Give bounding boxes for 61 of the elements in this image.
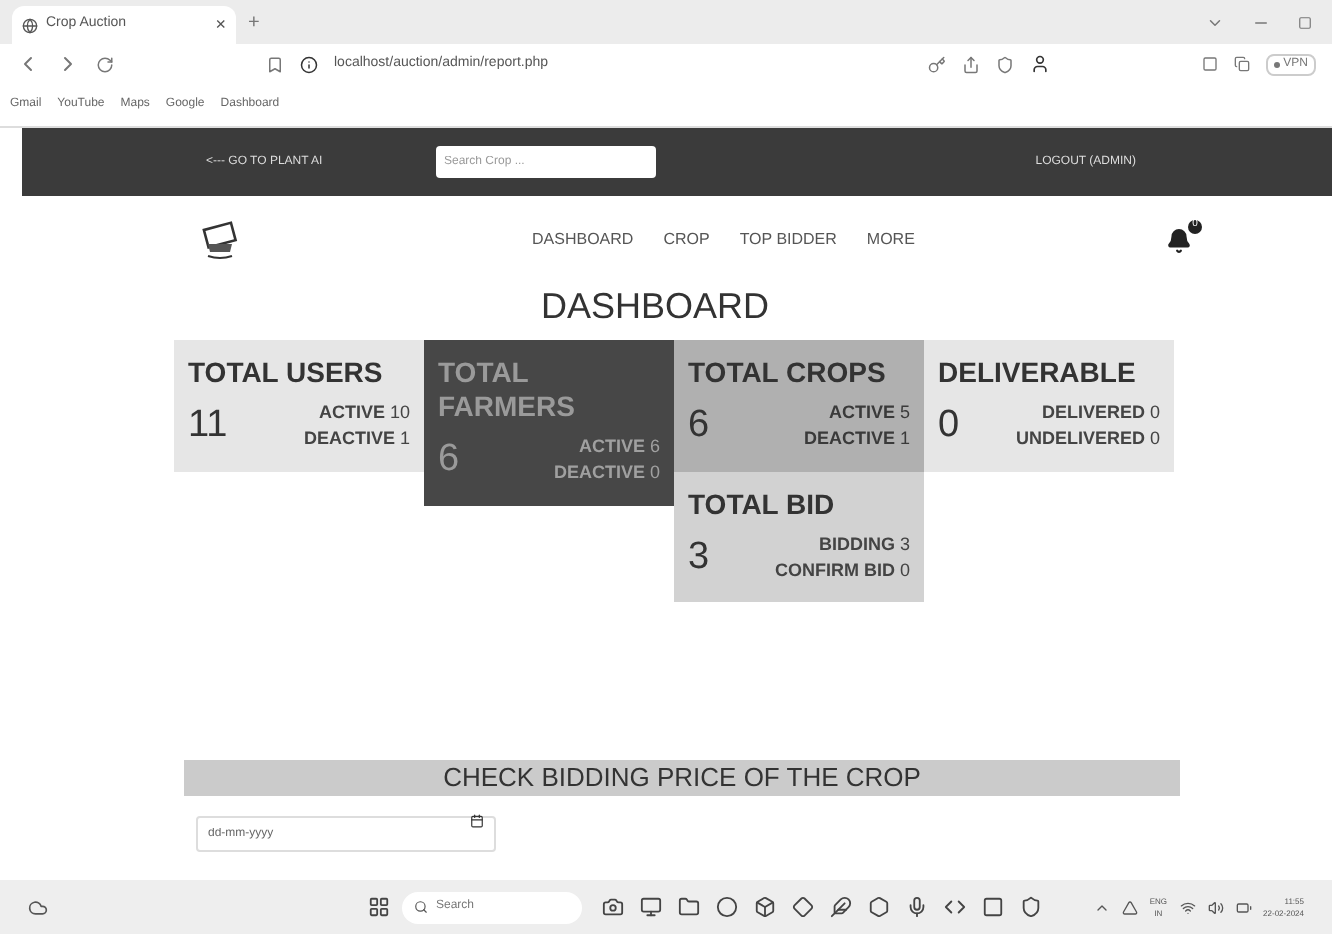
microphone-icon[interactable] — [906, 896, 928, 918]
start-icon[interactable] — [368, 896, 390, 918]
maximize-icon[interactable] — [1298, 15, 1312, 29]
card-title: TOTAL FARMERS — [438, 356, 577, 424]
copy-icon[interactable] — [1233, 56, 1250, 72]
reload-icon[interactable] — [96, 55, 114, 73]
card-stat: CONFIRM BID 0 — [774, 557, 910, 584]
shield-icon[interactable] — [995, 55, 1014, 73]
user-icon[interactable] — [1029, 54, 1050, 74]
card-count: 6 — [438, 436, 460, 484]
diamond-icon[interactable] — [792, 896, 814, 918]
notification-bell-icon[interactable] — [1166, 227, 1192, 253]
monitor-icon[interactable] — [640, 896, 662, 918]
folder-icon[interactable] — [678, 896, 700, 918]
shield-icon[interactable] — [1020, 896, 1042, 918]
card-stat: BIDDING 3 — [818, 531, 910, 558]
triangle-icon[interactable] — [1121, 899, 1138, 915]
card-title: TOTAL USERS — [188, 356, 385, 390]
box-icon[interactable] — [754, 896, 776, 918]
nav-link[interactable]: TOP BIDDER — [739, 228, 837, 252]
close-tab-button[interactable]: × — [215, 11, 226, 39]
share-icon[interactable] — [961, 55, 980, 73]
camera-icon[interactable] — [602, 896, 624, 918]
bookmark-icon[interactable] — [266, 55, 284, 73]
card-count: 3 — [688, 533, 710, 581]
square-icon[interactable] — [982, 896, 1004, 918]
card-count: 0 — [938, 402, 960, 450]
volume-icon[interactable] — [1207, 899, 1224, 915]
card-stat: ACTIVE 5 — [828, 400, 910, 427]
card-title: TOTAL BID — [688, 487, 837, 521]
new-tab-button[interactable]: + — [248, 8, 260, 38]
card-count: 6 — [688, 402, 710, 450]
search-icon — [414, 900, 428, 914]
weather-icon[interactable] — [28, 897, 48, 917]
key-icon[interactable] — [927, 55, 946, 73]
code-icon[interactable] — [944, 896, 966, 918]
globe-icon — [22, 17, 38, 33]
card-count: 11 — [188, 402, 228, 450]
card-stat: ACTIVE 10 — [318, 400, 410, 427]
card-stat: DELIVERED 0 — [1041, 400, 1160, 427]
card-stat: UNDELIVERED 0 — [1015, 426, 1160, 453]
logo-icon[interactable] — [200, 220, 240, 260]
battery-icon[interactable] — [1235, 899, 1252, 915]
nav-link[interactable]: DASHBOARD — [532, 228, 634, 252]
card-stat: DEACTIVE 0 — [553, 460, 660, 487]
info-icon — [300, 55, 318, 73]
page-title: DASHBOARD — [538, 284, 772, 328]
nav-link[interactable]: MORE — [866, 228, 915, 252]
sidebar-icon[interactable] — [1201, 56, 1218, 72]
calendar-icon[interactable] — [470, 814, 484, 828]
circle-icon[interactable] — [716, 896, 738, 918]
card-stat: DEACTIVE 1 — [803, 426, 910, 453]
section-heading: CHECK BIDDING PRICE OF THE CROP — [184, 760, 1180, 796]
card-stat: ACTIVE 6 — [578, 434, 660, 461]
card-title: DELIVERABLE — [938, 356, 1138, 390]
wifi-icon[interactable] — [1179, 899, 1196, 915]
feather-icon[interactable] — [830, 896, 852, 918]
nav-link[interactable]: CROP — [663, 228, 710, 252]
hexagon-icon[interactable] — [868, 896, 890, 918]
card-stat: DEACTIVE 1 — [303, 426, 410, 453]
card-title: TOTAL CROPS — [688, 356, 888, 390]
